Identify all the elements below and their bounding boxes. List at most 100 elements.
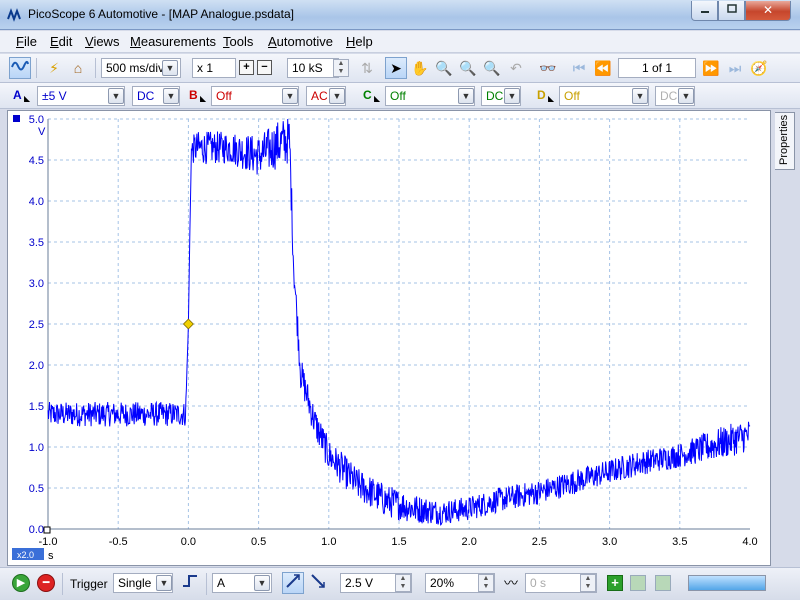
rewind-icon: ⏪: [594, 60, 612, 76]
chevron-down-icon: ▼: [285, 91, 295, 101]
menu-automotive[interactable]: Automotive: [268, 34, 333, 49]
delay-spinner[interactable]: ▲ ▼: [580, 574, 596, 592]
home-button[interactable]: ⌂: [67, 57, 89, 79]
menu-measurements[interactable]: Measurements: [130, 34, 216, 49]
fast-forward-icon: ⏩: [702, 60, 720, 76]
channel-toolbar: A ◣ ±5 V ▼ DC ▼ B ◣ Off ▼ AC ▼ C ◣ Off ▼…: [0, 83, 800, 109]
channel-d-label[interactable]: D: [537, 88, 546, 102]
x-tick-label: 3.0: [602, 536, 617, 548]
y-unit-label: V: [38, 126, 46, 138]
add-measurement-button[interactable]: +: [607, 575, 623, 591]
close-button[interactable]: ✕: [745, 1, 791, 21]
zoom-out-button[interactable]: 🔍: [481, 57, 503, 79]
scope-view[interactable]: 0.0 0.5 1.0 1.5 2.0 2.5 3.0 3.5 4.0 4.5 5.0 -1.0 -0…: [7, 110, 771, 566]
resolution-button[interactable]: ⇅: [356, 57, 378, 79]
channel-c-coupling-dropdown[interactable]: ▼: [504, 88, 520, 104]
channel-d-coupling-dropdown[interactable]: ▼: [678, 88, 694, 104]
channel-b-range-value: Off: [216, 89, 232, 103]
pretrigger-spinner[interactable]: ▲ ▼: [478, 574, 494, 592]
scope-mode-button[interactable]: [9, 57, 31, 79]
y-tick-label: 1.0: [29, 442, 44, 454]
undo-zoom-button[interactable]: ↶: [505, 57, 527, 79]
edit-measurement-button[interactable]: [630, 575, 646, 591]
zoom-in-button[interactable]: 🔍: [457, 57, 479, 79]
zoom-tool-button[interactable]: 🔍: [433, 57, 455, 79]
samples-spinner[interactable]: ▲ ▼: [333, 59, 349, 77]
spin-arrows-icon: ▲ ▼: [399, 575, 407, 590]
magnifier-icon: 🔍: [435, 60, 453, 76]
auto-setup-button[interactable]: ⚡: [43, 57, 65, 79]
start-button[interactable]: ▶: [12, 574, 30, 592]
trigger-edge-icon: [183, 575, 197, 587]
minimize-button[interactable]: [691, 1, 718, 21]
trigger-source-value: A: [217, 576, 226, 590]
next-page-button[interactable]: ⏩: [700, 57, 722, 79]
last-page-button[interactable]: ⏭: [724, 57, 746, 79]
zoom-field[interactable]: x 1: [192, 58, 236, 78]
y-tick-label: 1.5: [29, 401, 44, 413]
menu-tools[interactable]: Tools: [223, 34, 253, 49]
zoom-overview-button[interactable]: 👓: [537, 57, 559, 79]
chevron-down-icon: ▼: [507, 91, 517, 101]
binoculars-icon: 👓: [539, 60, 557, 76]
properties-tab[interactable]: Properties: [775, 112, 795, 170]
rising-edge-button[interactable]: [282, 572, 304, 594]
menu-help[interactable]: Help: [346, 34, 373, 49]
menu-edit[interactable]: Edit: [50, 34, 72, 49]
x-tick-label: 1.5: [391, 536, 406, 548]
waveform-plot[interactable]: 0.0 0.5 1.0 1.5 2.0 2.5 3.0 3.5 4.0 4.5 5.0 -1.0 -0…: [8, 111, 770, 565]
x-tick-label: -0.5: [109, 536, 128, 548]
menu-views[interactable]: Views: [85, 34, 119, 49]
channel-c-coupling-value: DC: [486, 89, 504, 103]
chevron-down-icon: ▼: [257, 578, 267, 588]
chevron-down-icon: ▼: [165, 63, 175, 73]
maximize-button[interactable]: [718, 1, 745, 21]
channel-a-range-dropdown[interactable]: ▼: [108, 88, 124, 104]
channel-d-range-dropdown[interactable]: ▼: [632, 88, 648, 104]
chevron-down-icon: ▼: [159, 578, 169, 588]
chevron-down-icon: ▼: [166, 91, 176, 101]
channel-b-label[interactable]: B: [189, 88, 198, 102]
channel-c-range-dropdown[interactable]: ▼: [458, 88, 474, 104]
stop-button[interactable]: ━: [37, 574, 55, 592]
timebase-dropdown[interactable]: ▼: [162, 60, 178, 76]
advanced-trigger-button[interactable]: [180, 572, 202, 594]
channel-b-range-dropdown[interactable]: ▼: [282, 88, 298, 104]
trigger-mode-dropdown[interactable]: ▼: [156, 575, 172, 591]
samples-field[interactable]: 10 kS: [287, 58, 339, 78]
probe-icon: ◣: [374, 94, 381, 103]
ruler-handle[interactable]: [43, 526, 51, 534]
channel-b-coupling-dropdown[interactable]: ▼: [329, 88, 345, 104]
minus-icon: −: [261, 61, 268, 73]
post-trigger-delay-button[interactable]: 〰: [500, 572, 522, 594]
zoom-plus-button[interactable]: +: [239, 60, 254, 75]
zoom-minus-button[interactable]: −: [257, 60, 272, 75]
first-page-button[interactable]: ⏮: [568, 57, 590, 79]
x-tick-label: 0.0: [181, 536, 196, 548]
page-counter[interactable]: 1 of 1: [618, 58, 696, 78]
navigation-button[interactable]: 🧭: [748, 57, 770, 79]
threshold-spinner[interactable]: ▲ ▼: [395, 574, 411, 592]
channel-a-label[interactable]: A: [13, 88, 22, 102]
timebase-value: 500 ms/div: [106, 61, 165, 75]
channel-a-range-value: ±5 V: [42, 89, 67, 103]
x-tick-label: 2.5: [532, 536, 547, 548]
delete-measurement-button[interactable]: [655, 575, 671, 591]
plus-icon: +: [243, 61, 250, 73]
menu-file[interactable]: File: [16, 34, 37, 49]
prev-page-button[interactable]: ⏪: [592, 57, 614, 79]
trigger-source-dropdown[interactable]: ▼: [254, 575, 270, 591]
hand-tool-button[interactable]: ✋: [409, 57, 431, 79]
channel-a-coupling-dropdown[interactable]: ▼: [163, 88, 179, 104]
channel-c-label[interactable]: C: [363, 88, 372, 102]
status-bar: ▶ ━ Trigger Single ▼ A ▼ 2.5 V ▲ ▼ 20% ▲ ▼…: [0, 567, 800, 600]
chevron-down-icon: ▼: [332, 91, 342, 101]
undo-icon: ↶: [510, 60, 522, 76]
select-tool-button[interactable]: ➤: [385, 57, 407, 79]
properties-tab-label: Properties: [778, 114, 790, 165]
falling-edge-button[interactable]: [307, 572, 329, 594]
first-page-icon: ⏮: [572, 60, 586, 76]
y-tick-label: 4.5: [29, 155, 44, 167]
chevron-down-icon: ▼: [111, 91, 121, 101]
capture-progress-bar: [688, 575, 766, 591]
